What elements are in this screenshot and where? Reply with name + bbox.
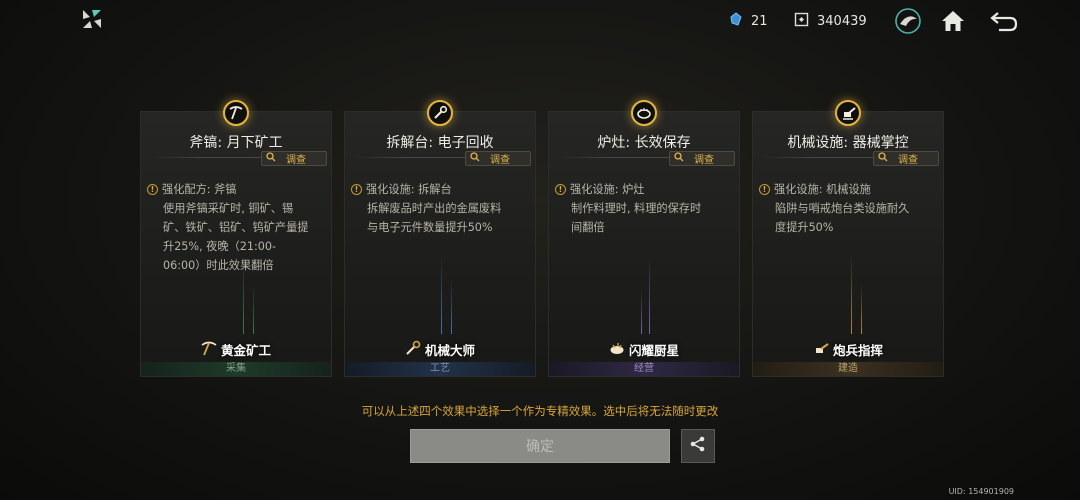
share-button[interactable] xyxy=(681,429,715,463)
inspect-button[interactable]: 调查 xyxy=(873,151,939,166)
category-bar: 建造 xyxy=(753,362,943,376)
faction-emblem-icon[interactable] xyxy=(893,6,923,36)
effect-description: ! 强化配方: 斧镐 使用斧镐采矿时, 铜矿、锡 矿、铁矿、铝矿、钨矿产量提 升… xyxy=(147,180,327,275)
crystal-icon xyxy=(729,12,743,30)
perk-card-miner[interactable]: 斧镐: 月下矿工 调查 ! 强化配方: 斧镐 使用斧镐采矿时, 铜矿、锡 矿、铁… xyxy=(140,100,332,377)
info-icon: ! xyxy=(351,184,362,195)
turret-icon xyxy=(835,100,861,126)
effect-line: 度提升50% xyxy=(775,221,834,234)
effect-line: 间翻倍 xyxy=(571,221,605,234)
card-title: 炉灶: 长效保存 xyxy=(597,135,691,151)
magnifier-icon xyxy=(674,152,684,165)
effect-line: 升25%, 夜晚（21:00- xyxy=(163,240,277,253)
cooking-pot-icon xyxy=(631,100,657,126)
card-title: 机械设施: 器械掌控 xyxy=(787,135,909,151)
wrench-icon xyxy=(405,340,421,359)
glow-line xyxy=(861,284,862,334)
inspect-label: 调查 xyxy=(490,155,510,166)
effect-description: ! 强化设施: 机械设施 陷阱与哨戒炮台类设施耐久 度提升50% xyxy=(759,180,939,237)
crystal-counter: 21 xyxy=(729,12,768,30)
card-title: 斧镐: 月下矿工 xyxy=(189,135,283,151)
uid-label: UID: 154901909 xyxy=(948,487,1014,496)
glow-line xyxy=(441,254,442,334)
magnifier-icon xyxy=(878,152,888,165)
confirm-button[interactable]: 确定 xyxy=(410,429,670,463)
effect-line: 制作料理时, 料理的保存时 xyxy=(571,202,702,215)
title-badge: 炮兵指挥 xyxy=(753,340,943,359)
magnifier-icon xyxy=(470,152,480,165)
effect-line: 矿、铁矿、铝矿、钨矿产量提 xyxy=(163,221,309,234)
perk-card-chef[interactable]: 炉灶: 长效保存 调查 ! 强化设施: 炉灶 制作料理时, 料理的保存时 间翻倍… xyxy=(548,100,740,377)
info-icon: ! xyxy=(555,184,566,195)
effect-head: 强化设施: 拆解台 xyxy=(366,183,452,196)
menu-star-icon[interactable] xyxy=(80,7,104,31)
effect-line: 陷阱与哨戒炮台类设施耐久 xyxy=(775,202,910,215)
effect-description: ! 强化设施: 拆解台 拆解废品时产出的金属废料 与电子元件数量提升50% xyxy=(351,180,531,237)
effect-head: 强化配方: 斧镐 xyxy=(162,183,237,196)
pickaxe-icon xyxy=(223,100,249,126)
glow-line xyxy=(851,254,852,334)
category-bar: 经营 xyxy=(549,362,739,376)
badge-label: 炮兵指挥 xyxy=(832,343,883,358)
card-title: 拆解台: 电子回收 xyxy=(386,135,494,151)
currency-count: 340439 xyxy=(817,14,867,29)
effect-line: 与电子元件数量提升50% xyxy=(367,221,493,234)
glow-line xyxy=(649,254,650,334)
glow-line xyxy=(641,289,642,334)
perk-card-artillery[interactable]: 机械设施: 器械掌控 调查 ! 强化设施: 机械设施 陷阱与哨戒炮台类设施耐久 … xyxy=(752,100,944,377)
inspect-label: 调查 xyxy=(694,155,714,166)
title-badge: 机械大师 xyxy=(345,340,535,359)
badge-label: 闪耀厨星 xyxy=(628,343,679,358)
effect-line: 使用斧镐采矿时, 铜矿、锡 xyxy=(163,202,294,215)
magnifier-icon xyxy=(266,152,276,165)
info-icon: ! xyxy=(147,184,158,195)
cooking-pot-icon xyxy=(609,340,625,359)
inspect-label: 调查 xyxy=(286,155,306,166)
effect-description: ! 强化设施: 炉灶 制作料理时, 料理的保存时 间翻倍 xyxy=(555,180,735,237)
selection-hint: 可以从上述四个效果中选择一个作为专精效果。选中后将无法随时更改 xyxy=(361,404,719,418)
inspect-button[interactable]: 调查 xyxy=(465,151,531,166)
title-badge: 黄金矿工 xyxy=(141,340,331,359)
effect-line: 拆解废品时产出的金属废料 xyxy=(367,202,502,215)
title-badge: 闪耀厨星 xyxy=(549,340,739,359)
pickaxe-icon xyxy=(201,340,217,359)
perk-card-mechanic[interactable]: 拆解台: 电子回收 调查 ! 强化设施: 拆解台 拆解废品时产出的金属废料 与电… xyxy=(344,100,536,377)
effect-head: 强化设施: 机械设施 xyxy=(774,183,871,196)
badge-label: 黄金矿工 xyxy=(220,343,271,358)
wrench-icon xyxy=(427,100,453,126)
home-icon[interactable] xyxy=(938,6,968,36)
info-icon: ! xyxy=(759,184,770,195)
badge-label: 机械大师 xyxy=(424,343,475,358)
currency-counter: 340439 xyxy=(794,12,867,31)
glow-line xyxy=(451,279,452,334)
glow-line xyxy=(253,284,254,334)
inspect-label: 调查 xyxy=(898,155,918,166)
back-icon[interactable] xyxy=(989,6,1019,36)
inspect-button[interactable]: 调查 xyxy=(669,151,735,166)
category-bar: 工艺 xyxy=(345,362,535,376)
crystal-count: 21 xyxy=(751,13,768,29)
glow-line xyxy=(243,254,244,334)
top-bar: 21 340439 xyxy=(0,0,1080,42)
share-icon xyxy=(689,435,707,457)
category-bar: 采集 xyxy=(141,362,331,376)
effect-line: 06:00）时此效果翻倍 xyxy=(163,259,274,272)
turret-icon xyxy=(813,340,829,359)
inspect-button[interactable]: 调查 xyxy=(261,151,327,166)
effect-head: 强化设施: 炉灶 xyxy=(570,183,645,196)
currency-icon xyxy=(794,12,809,31)
